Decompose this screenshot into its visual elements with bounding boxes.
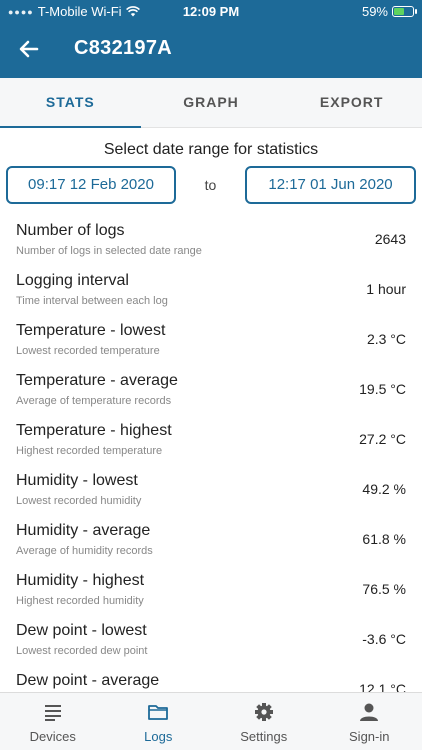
battery-icon [392, 6, 417, 17]
stat-row-dew-point-average: Dew point - average 12.1 °C [0, 662, 422, 692]
tab-bar: STATS GRAPH EXPORT [0, 78, 422, 128]
stat-description: Highest recorded temperature [16, 445, 163, 457]
stat-name: Dew point - average [16, 672, 160, 689]
stat-value: 61.8 % [362, 531, 406, 547]
nav-settings[interactable]: Settings [211, 693, 317, 750]
app-header: C832197A [0, 24, 422, 78]
stat-row-temperature-lowest: Temperature - lowest Lowest recorded tem… [0, 312, 422, 362]
gear-icon [254, 703, 273, 721]
stat-name: Humidity - average [16, 522, 151, 539]
stat-name: Number of logs [16, 222, 125, 239]
folder-icon [148, 705, 169, 720]
nav-label: Devices [29, 729, 76, 744]
stat-row-number-of-logs: Number of logs Number of logs in selecte… [0, 212, 422, 262]
stat-value: 27.2 °C [359, 431, 406, 447]
stat-description: Lowest recorded humidity [16, 495, 142, 507]
stat-value: 19.5 °C [359, 381, 406, 397]
stat-row-humidity-lowest: Humidity - lowest Lowest recorded humidi… [0, 462, 422, 512]
clock: 12:09 PM [182, 4, 240, 19]
stat-description: Average of humidity records [16, 545, 153, 557]
stat-value: -3.6 °C [362, 631, 406, 647]
stat-value: 2643 [374, 231, 406, 247]
stat-name: Dew point - lowest [16, 622, 147, 639]
stat-description: Average of temperature records [16, 395, 172, 407]
stat-description: Highest recorded humidity [16, 595, 144, 607]
stat-value: 1 hour [366, 281, 406, 297]
stat-row-logging-interval: Logging interval Time interval between e… [0, 262, 422, 312]
battery-percent: 59% [361, 4, 388, 19]
stat-name: Temperature - highest [16, 422, 172, 439]
status-bar: ●●●● T-Mobile Wi-Fi 12:09 PM 59% [0, 0, 422, 24]
stat-name: Logging interval [16, 272, 129, 289]
stat-description: Lowest recorded temperature [16, 345, 160, 357]
stat-name: Humidity - lowest [16, 472, 138, 489]
stat-description: Lowest recorded dew point [16, 645, 148, 657]
stat-row-humidity-average: Humidity - average Average of humidity r… [0, 512, 422, 562]
end-date-button[interactable]: 12:17 01 Jun 2020 [245, 166, 416, 204]
stat-value: 2.3 °C [366, 331, 406, 347]
stat-name: Temperature - average [16, 372, 178, 389]
start-date-button[interactable]: 09:17 12 Feb 2020 [6, 166, 176, 204]
stat-value: 12.1 °C [359, 681, 406, 692]
nav-logs[interactable]: Logs [106, 693, 212, 750]
stat-name: Humidity - highest [16, 572, 145, 589]
stat-row-humidity-highest: Humidity - highest Highest recorded humi… [0, 562, 422, 612]
stat-row-dew-point-lowest: Dew point - lowest Lowest recorded dew p… [0, 612, 422, 662]
back-arrow-icon[interactable] [14, 34, 44, 64]
bottom-nav: Devices Logs Settings Sign-in [0, 692, 422, 750]
stat-name: Temperature - lowest [16, 322, 166, 339]
stat-description: Time interval between each log [16, 295, 168, 307]
stat-row-temperature-average: Temperature - average Average of tempera… [0, 362, 422, 412]
stats-list: Number of logs Number of logs in selecte… [0, 212, 422, 692]
nav-label: Settings [240, 729, 288, 744]
tab-graph[interactable]: GRAPH [141, 78, 282, 127]
tab-export[interactable]: EXPORT [281, 78, 422, 127]
nav-devices[interactable]: Devices [0, 693, 106, 750]
date-range-title: Select date range for statistics [103, 141, 319, 158]
stat-value: 76.5 % [362, 581, 406, 597]
battery-fill [394, 8, 405, 15]
top-bar: ●●●● T-Mobile Wi-Fi 12:09 PM 59% C832197… [0, 0, 422, 78]
stat-value: 49.2 % [362, 481, 406, 497]
page-title: C832197A [74, 37, 173, 59]
nav-sign-in[interactable]: Sign-in [317, 693, 422, 750]
stat-description: Number of logs in selected date range [16, 245, 202, 257]
list-icon [44, 705, 61, 721]
nav-label: Logs [144, 729, 173, 744]
person-icon [360, 703, 379, 721]
tab-stats[interactable]: STATS [0, 78, 141, 128]
date-range-separator: to [204, 177, 217, 193]
nav-label: Sign-in [349, 729, 390, 744]
stat-row-temperature-highest: Temperature - highest Highest recorded t… [0, 412, 422, 462]
